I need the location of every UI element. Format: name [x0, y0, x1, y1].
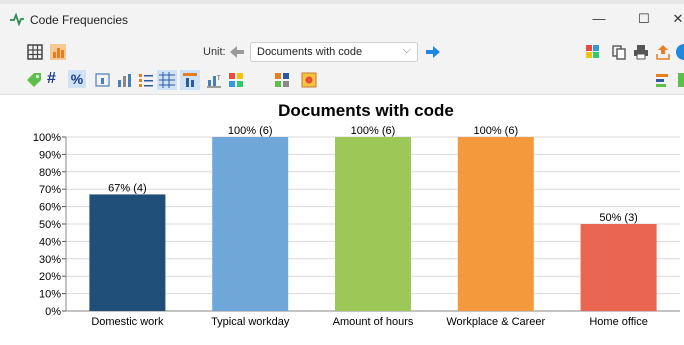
svg-text:T: T	[217, 76, 221, 82]
value-labels-toggle-button[interactable]	[180, 70, 200, 90]
chart-area: Documents with code 0% 10% 20% 30% 40% 50% 60%…	[0, 95, 684, 340]
percent-icon[interactable]: %	[68, 70, 86, 88]
bar[interactable]	[212, 137, 289, 311]
grid-icon	[159, 72, 175, 88]
image-icon[interactable]	[301, 72, 317, 88]
legend-icon[interactable]	[228, 72, 244, 88]
y-tick-label: 20%	[39, 271, 61, 283]
tag-icon[interactable]	[26, 72, 42, 88]
chart-view-icon[interactable]	[50, 44, 66, 60]
close-button[interactable]: ✕	[672, 10, 684, 28]
export-icon[interactable]	[655, 44, 671, 60]
x-tick-label: Workplace & Career	[446, 316, 545, 328]
y-tick-label: 50%	[39, 219, 61, 231]
color-palette-icon[interactable]	[585, 44, 601, 60]
data-label: 100% (6)	[351, 125, 396, 137]
display-toolbar: # % T	[0, 66, 684, 95]
x-tick-label: Amount of hours	[333, 316, 414, 328]
list-icon[interactable]	[138, 72, 154, 88]
data-label: 50% (3)	[599, 212, 638, 224]
data-label: 67% (4)	[108, 182, 147, 194]
align-icon[interactable]	[655, 72, 671, 88]
bar[interactable]	[457, 137, 534, 311]
y-tick-label: 30%	[39, 254, 61, 266]
y-tick-label: 80%	[39, 167, 61, 179]
value-labels-icon	[183, 73, 197, 87]
arrow-right-icon[interactable]	[425, 44, 441, 60]
help-icon[interactable]	[676, 44, 684, 60]
bar[interactable]	[580, 224, 657, 311]
copy-icon[interactable]	[611, 44, 627, 60]
maximize-button[interactable]: ☐	[633, 10, 655, 28]
unit-select[interactable]: Documents with code ⌵	[250, 42, 418, 62]
print-icon[interactable]	[633, 44, 649, 60]
title-bar-edge	[0, 0, 684, 4]
data-label: 100% (6)	[473, 125, 518, 137]
x-tick-label: Typical workday	[211, 316, 290, 328]
title-bar: Code Frequencies — ☐ ✕	[0, 0, 684, 40]
color-codes-icon[interactable]	[274, 72, 290, 88]
minimize-button[interactable]: —	[588, 10, 610, 28]
hash-icon[interactable]: #	[47, 70, 63, 87]
arrow-left-icon[interactable]	[229, 44, 245, 60]
y-tick-label: 60%	[39, 202, 61, 214]
y-tick-label: 40%	[39, 236, 61, 248]
window-title: Code Frequencies	[30, 13, 129, 27]
table-view-icon[interactable]	[27, 44, 43, 60]
y-tick-label: 70%	[39, 184, 61, 196]
activity-icon	[10, 12, 24, 26]
x-tick-label: Home office	[589, 316, 648, 328]
y-tick-label: 90%	[39, 149, 61, 161]
bar[interactable]	[89, 194, 166, 311]
chart-title: Documents with code	[278, 101, 454, 120]
one-column-icon[interactable]	[95, 72, 111, 88]
bar[interactable]	[335, 137, 411, 311]
y-tick-label: 100%	[33, 132, 61, 144]
chevron-down-icon: ⌵	[402, 44, 411, 56]
axis-labels-icon[interactable]: T	[206, 72, 222, 88]
x-tick-label: Domestic work	[91, 316, 164, 328]
bar-sort-icon[interactable]	[116, 72, 132, 88]
unit-label: Unit:	[203, 46, 226, 58]
side-panel-icon[interactable]	[678, 72, 684, 88]
bar-chart: Documents with code 0% 10% 20% 30% 40% 50% 60%…	[33, 101, 680, 328]
y-tick-label: 0%	[45, 306, 61, 318]
unit-toolbar: Unit: Documents with code ⌵	[0, 40, 684, 66]
unit-select-value: Documents with code	[257, 46, 363, 58]
x-axis-ticks: Domestic work Typical workday Amount of ho…	[91, 316, 648, 328]
y-tick-label: 10%	[39, 289, 61, 301]
grid-toggle-button[interactable]	[157, 70, 177, 90]
data-label: 100% (6)	[228, 125, 273, 137]
